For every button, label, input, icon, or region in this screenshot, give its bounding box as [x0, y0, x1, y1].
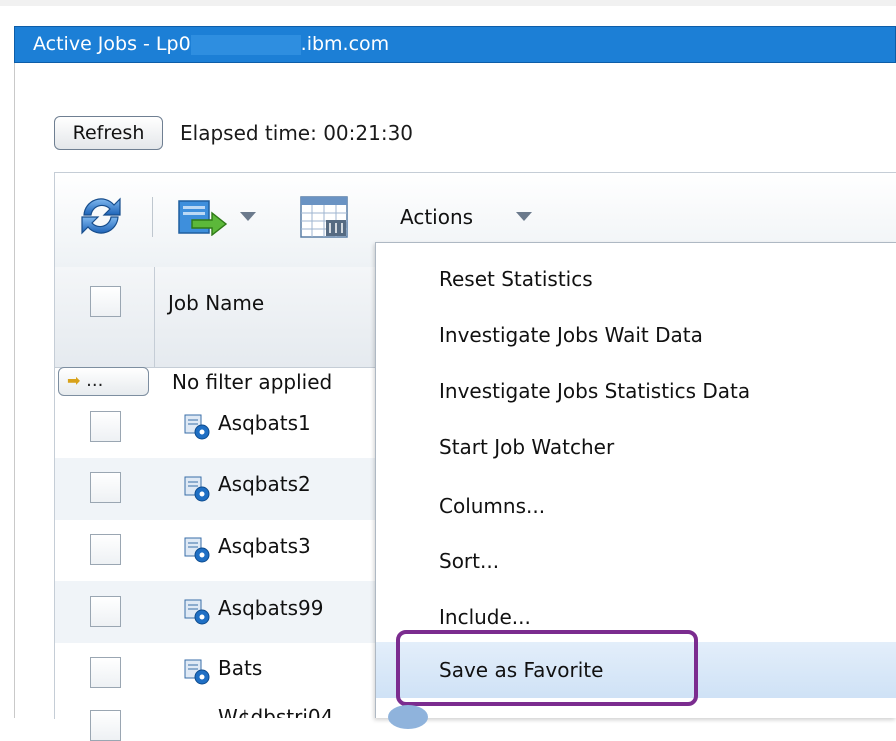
refresh-button[interactable]: Refresh	[54, 116, 163, 150]
job-icon	[184, 599, 210, 625]
row-checkbox[interactable]	[90, 657, 121, 688]
menu-item-investigate-statistics-data[interactable]: Investigate Jobs Statistics Data	[376, 363, 896, 419]
row-checkbox[interactable]	[90, 411, 121, 442]
menu-item-reset-statistics[interactable]: Reset Statistics	[376, 251, 896, 307]
row-checkbox[interactable]	[90, 472, 121, 503]
filter-button[interactable]: ➡ ...	[58, 367, 149, 396]
job-name[interactable]: W¢dbstri04	[218, 703, 333, 718]
row-checkbox[interactable]	[90, 710, 121, 741]
menu-item-investigate-wait-data[interactable]: Investigate Jobs Wait Data	[376, 307, 896, 363]
job-icon	[184, 476, 210, 502]
redacted-hostname	[190, 34, 301, 55]
row-checkbox[interactable]	[90, 596, 121, 627]
job-icon	[184, 537, 210, 563]
job-name[interactable]: Asqbats1	[218, 409, 311, 437]
partial-icon	[388, 705, 428, 729]
job-icon	[184, 414, 210, 440]
refresh-icon[interactable]	[76, 193, 126, 239]
menu-item-sort[interactable]: Sort...	[376, 533, 896, 589]
select-all-cell	[55, 267, 155, 367]
menu-item-columns[interactable]: Columns...	[376, 478, 896, 534]
window-title-suffix: .ibm.com	[300, 33, 390, 55]
actions-label: Actions	[400, 205, 474, 229]
job-name[interactable]: Asqbats2	[218, 470, 311, 498]
job-icon	[184, 659, 210, 685]
filter-arrow-icon: ➡	[67, 371, 81, 390]
select-all-checkbox[interactable]	[90, 286, 121, 317]
highlight-annotation	[396, 630, 698, 706]
actions-menu-button[interactable]: Actions	[400, 203, 473, 231]
export-dropdown-caret-icon[interactable]	[240, 212, 256, 221]
window-frame	[0, 0, 896, 6]
table-settings-icon[interactable]	[300, 196, 348, 238]
column-header-job-name[interactable]: Job Name	[168, 289, 264, 317]
row-checkbox[interactable]	[90, 534, 121, 565]
menu-item-start-job-watcher[interactable]: Start Job Watcher	[376, 419, 896, 475]
window-left-border	[14, 63, 15, 718]
toolbar-separator	[152, 197, 153, 237]
job-name[interactable]: Asqbats3	[218, 532, 311, 560]
window-title-prefix: Active Jobs - Lp0	[33, 33, 191, 55]
job-name[interactable]: Asqbats99	[218, 594, 323, 622]
job-name[interactable]: Bats	[218, 654, 262, 682]
export-icon[interactable]	[178, 198, 228, 236]
filter-status: No filter applied	[172, 370, 333, 394]
actions-dropdown-caret-icon[interactable]	[516, 212, 532, 221]
elapsed-time: Elapsed time: 00:21:30	[180, 121, 414, 145]
window-titlebar: Active Jobs - Lp0 .ibm.com	[14, 26, 896, 63]
